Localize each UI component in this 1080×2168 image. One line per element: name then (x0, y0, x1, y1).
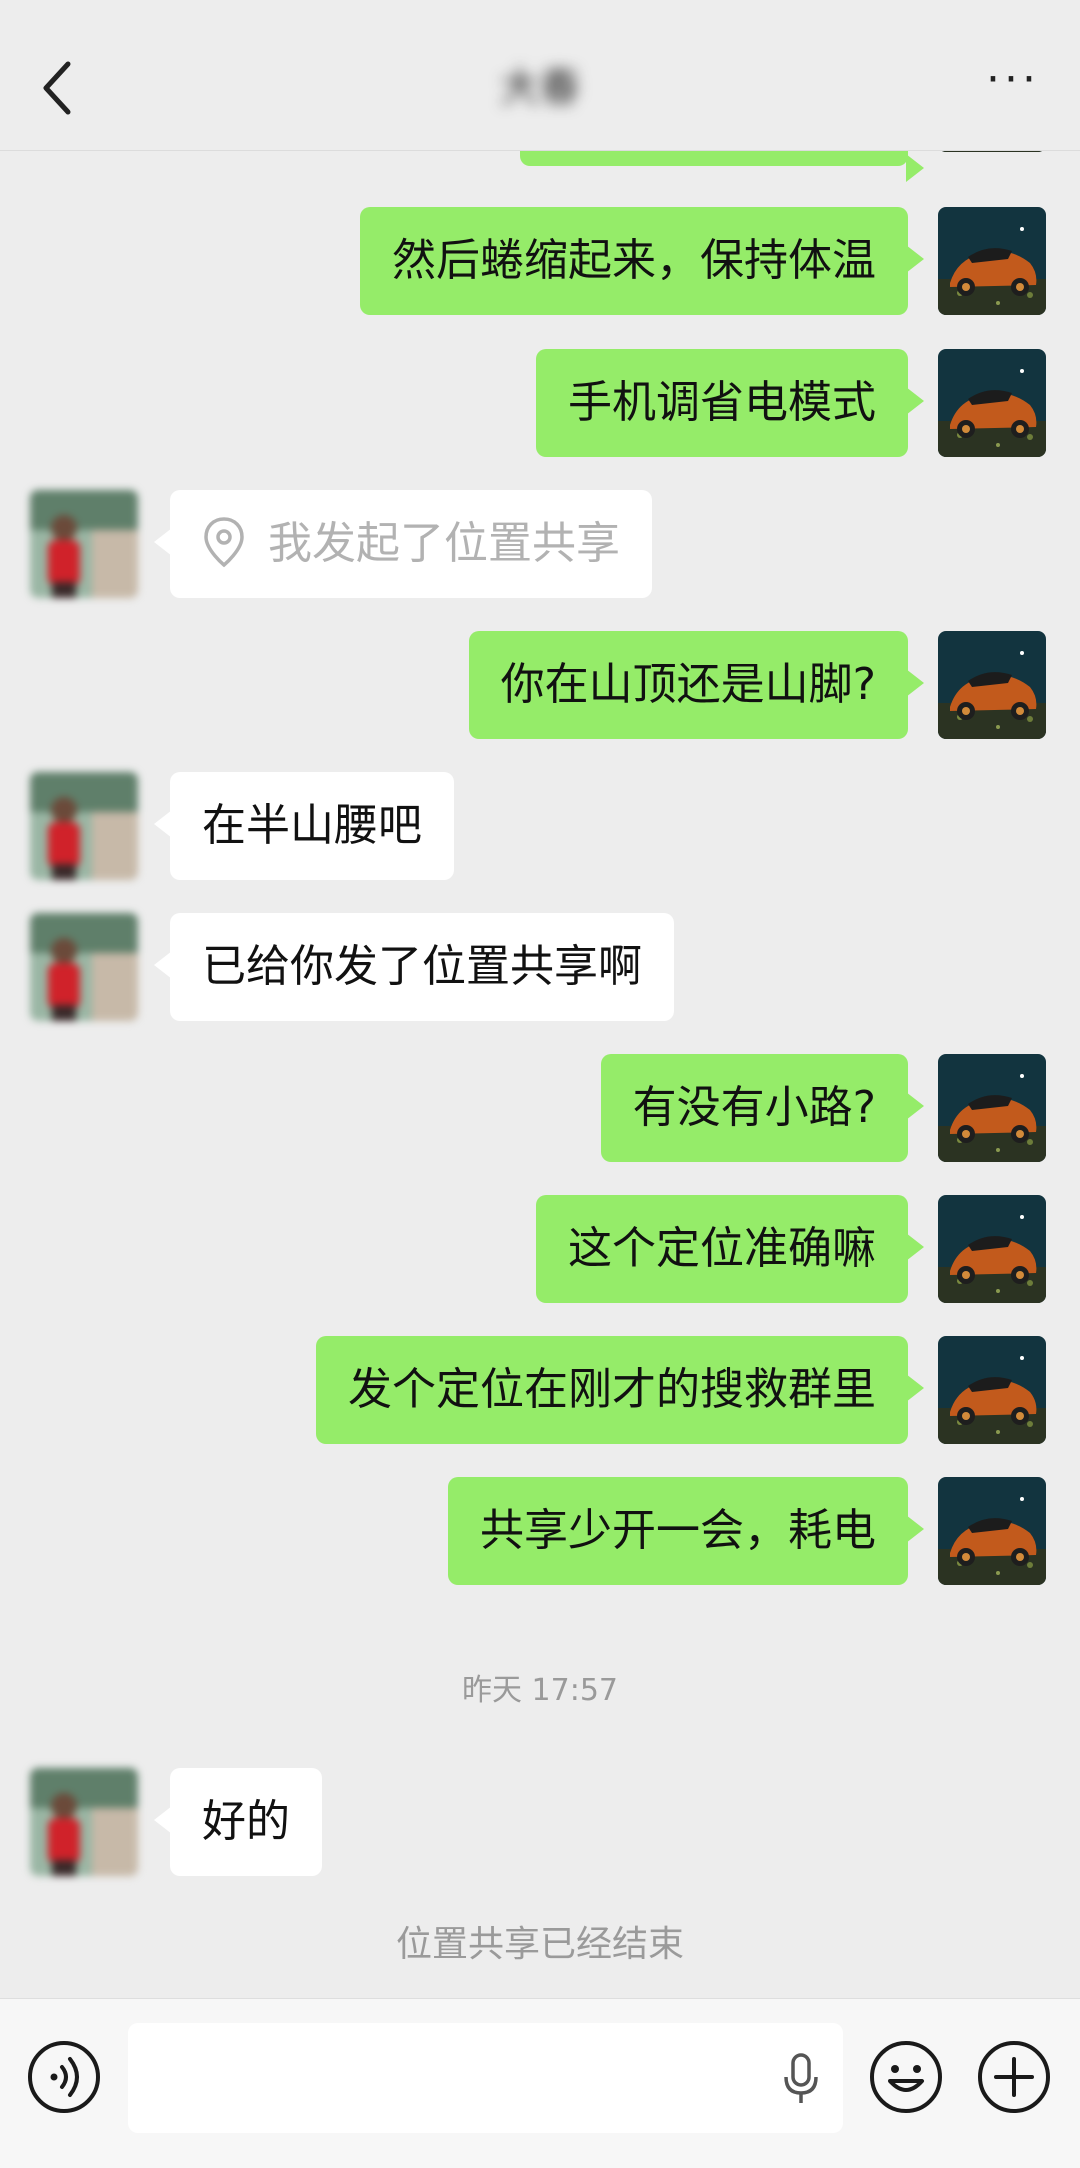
chat-title: 大春 (500, 65, 580, 111)
message-row: 在半山腰吧 (0, 772, 1080, 880)
message-bubble[interactable]: 在半山腰吧 (154, 772, 454, 880)
system-notice: 位置共享已经结束 (395, 1924, 684, 1965)
message-bubble[interactable]: 你在山顶还是山脚? (468, 631, 925, 739)
location-share-text: 我发起了位置共享 (268, 518, 620, 569)
message-row: 然后蜷缩起来，保持体温 (0, 207, 1080, 315)
my-avatar[interactable] (938, 1054, 1046, 1162)
message-row: 这个定位准确嘛 (0, 1195, 1080, 1303)
my-avatar[interactable] (938, 631, 1046, 739)
message-row: 好的 (0, 1768, 1080, 1876)
message-row: 你在山顶还是山脚? (0, 631, 1080, 739)
more-options-icon[interactable]: ··· (986, 58, 1040, 102)
message-bubble[interactable]: 共享少开一会，耗电 (448, 1477, 924, 1585)
message-row: 已给你发了位置共享啊 (0, 913, 1080, 1021)
voice-mode-icon[interactable] (26, 2039, 102, 2115)
message-row: 共享少开一会，耗电 (0, 1477, 1080, 1585)
message-bubble[interactable]: 发个定位在刚才的搜救群里 (316, 1336, 924, 1444)
message-bubble[interactable]: 已给你发了位置共享啊 (154, 913, 674, 1021)
message-row: 我发起了位置共享 (0, 490, 1080, 598)
message-bubble[interactable]: 手机调省电模式 (536, 349, 924, 457)
message-bubble-partial[interactable] (520, 150, 924, 182)
message-bubble[interactable]: 这个定位准确嘛 (536, 1195, 924, 1303)
input-bar (0, 1998, 1080, 2168)
contact-avatar[interactable] (30, 913, 138, 1021)
message-row: 手机调省电模式 (0, 349, 1080, 457)
location-share-bubble[interactable]: 我发起了位置共享 (154, 490, 652, 598)
chat-header: 大春 ··· (0, 0, 1080, 151)
message-list[interactable]: 然后蜷缩起来，保持体温 手机调省电模式 我发起了位置共享 你在山顶还是山脚? 在… (0, 150, 1080, 1998)
contact-avatar[interactable] (30, 1768, 138, 1876)
my-avatar[interactable] (938, 349, 1046, 457)
contact-avatar[interactable] (30, 490, 138, 598)
my-avatar[interactable] (938, 1195, 1046, 1303)
plus-icon[interactable] (976, 2039, 1052, 2115)
microphone-icon[interactable] (783, 2053, 819, 2105)
contact-avatar[interactable] (30, 772, 138, 880)
message-row (0, 150, 1080, 182)
my-avatar[interactable] (938, 1336, 1046, 1444)
location-pin-icon (204, 517, 244, 568)
message-row: 发个定位在刚才的搜救群里 (0, 1336, 1080, 1444)
my-avatar[interactable] (938, 1477, 1046, 1585)
timestamp: 昨天 17:57 (462, 1673, 618, 1708)
my-avatar[interactable] (938, 207, 1046, 315)
message-row: 有没有小路? (0, 1054, 1080, 1162)
message-input[interactable] (128, 2023, 843, 2133)
message-bubble[interactable]: 有没有小路? (600, 1054, 925, 1162)
emoji-icon[interactable] (868, 2039, 944, 2115)
message-bubble[interactable]: 好的 (154, 1768, 322, 1876)
message-bubble[interactable]: 然后蜷缩起来，保持体温 (360, 207, 924, 315)
